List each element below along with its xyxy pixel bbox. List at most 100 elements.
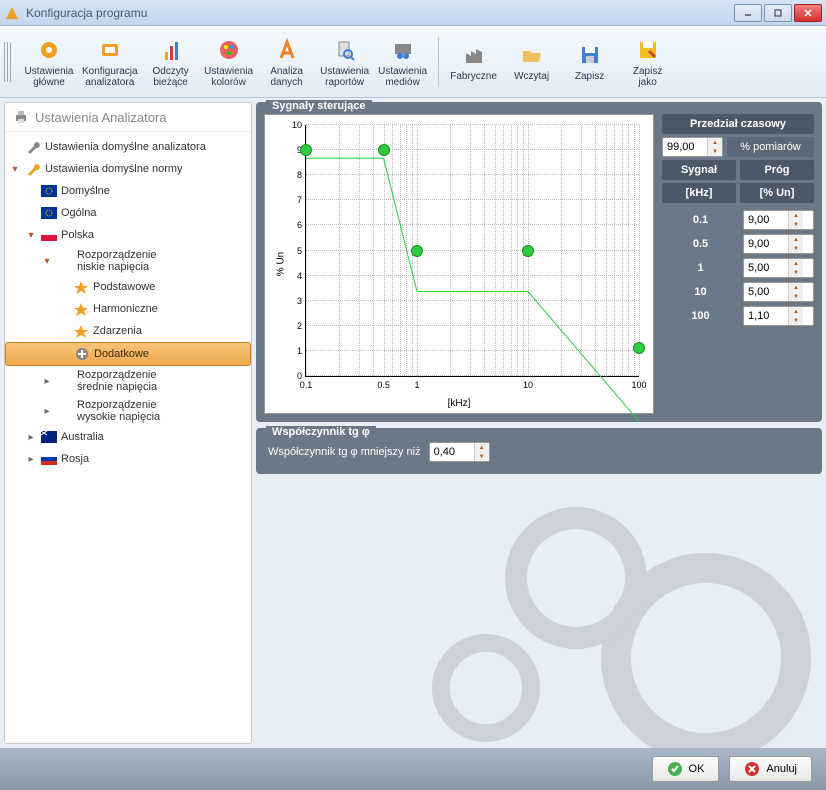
un-field[interactable] [744, 212, 788, 228]
sidebar: Ustawienia Analizatora Ustawienia domyśl… [4, 102, 252, 744]
spin-down[interactable]: ▼ [708, 147, 722, 156]
expand-icon[interactable]: ▾ [41, 256, 53, 267]
tree-item[interactable]: Ogólna [5, 202, 251, 224]
titlebar: Konfiguracja programu [0, 0, 826, 26]
spin-down[interactable]: ▼ [789, 244, 803, 253]
ytick: 2 [297, 321, 302, 331]
cancel-icon [744, 761, 760, 777]
col-signal: Sygnał [662, 160, 736, 180]
spin-down[interactable]: ▼ [789, 292, 803, 301]
flag-ru-icon [41, 451, 57, 467]
toolbar-label: Analizadanych [270, 66, 303, 88]
expand-icon[interactable]: ▾ [25, 230, 37, 241]
tree-item[interactable]: Harmoniczne [5, 298, 251, 320]
letter-a-icon [273, 36, 301, 64]
close-button[interactable] [794, 4, 822, 22]
chart-ylabel: % Un [276, 252, 287, 276]
spin-up[interactable]: ▲ [789, 235, 803, 244]
un-field[interactable] [744, 236, 788, 252]
chart-point [411, 245, 423, 257]
expand-icon[interactable]: ▸ [25, 454, 37, 465]
tree-item[interactable]: Ustawienia domyślne analizatora [5, 136, 251, 158]
tree-item[interactable]: ▸ Australia [5, 426, 251, 448]
tree-item[interactable]: Podstawowe [5, 276, 251, 298]
khz-label: 1 [662, 258, 739, 278]
tree-item[interactable]: ▸Rozporządzeniewysokie napięcia [5, 396, 251, 426]
tg-field[interactable] [430, 444, 474, 460]
tg-label: Współczynnik tg φ mniejszy niż [268, 446, 421, 458]
cancel-button[interactable]: Anuluj [729, 756, 812, 782]
tg-groupbox: Współczynnik tg φ Współczynnik tg φ mnie… [256, 428, 822, 474]
percent-input[interactable]: ▲▼ [662, 137, 723, 157]
spin-up[interactable]: ▲ [789, 307, 803, 316]
spin-up[interactable]: ▲ [708, 138, 722, 147]
minimize-button[interactable] [734, 4, 762, 22]
folder-open-icon [518, 41, 546, 69]
toolbar-zapisz-jako[interactable]: Zapiszjako [619, 30, 677, 94]
toolbar-wczytaj[interactable]: Wczytaj [503, 30, 561, 94]
toolbar-odczyty[interactable]: Odczytybieżące [142, 30, 200, 94]
maximize-button[interactable] [764, 4, 792, 22]
spin-up[interactable]: ▲ [789, 259, 803, 268]
sidebar-header: Ustawienia Analizatora [5, 103, 251, 132]
spin-down[interactable]: ▼ [789, 316, 803, 325]
un-input-0[interactable]: ▲▼ [743, 210, 814, 230]
percent-label: % pomiarów [727, 137, 814, 157]
tree-item[interactable]: ▸ Rozporządzenieśrednie napięcia [5, 366, 251, 396]
expand-icon[interactable]: ▸ [25, 432, 37, 443]
check-icon [667, 761, 683, 777]
spin-up[interactable]: ▲ [789, 211, 803, 220]
toolbar-fabr[interactable]: Fabryczne [445, 30, 503, 94]
tree-item[interactable]: ▾Ustawienia domyślne normy [5, 158, 251, 180]
tree-item[interactable]: ▾ Rozporządzenieniskie napięcia [5, 246, 251, 276]
toolbar-label: Odczytybieżące [153, 66, 189, 88]
ytick: 10 [292, 120, 302, 130]
star-icon [73, 323, 89, 339]
percent-field[interactable] [663, 139, 707, 155]
spin-down[interactable]: ▼ [789, 220, 803, 229]
un-input-3[interactable]: ▲▼ [743, 282, 814, 302]
spin-up[interactable]: ▲ [475, 443, 489, 452]
spin-down[interactable]: ▼ [789, 268, 803, 277]
tree-label: Rozporządzenieśrednie napięcia [77, 369, 157, 393]
tree-item[interactable]: ▾Polska [5, 224, 251, 246]
toolbar-konf-anal[interactable]: Konfiguracjaanalizatora [78, 30, 142, 94]
un-field[interactable] [744, 284, 788, 300]
plus-icon [74, 346, 90, 362]
spin-down[interactable]: ▼ [475, 452, 489, 461]
toolbar-zapisz[interactable]: Zapisz [561, 30, 619, 94]
ok-button[interactable]: OK [652, 756, 720, 782]
tg-input[interactable]: ▲▼ [429, 442, 490, 462]
window-title: Konfiguracja programu [26, 6, 734, 20]
toolbar-ust-med[interactable]: Ustawieniamediów [374, 30, 432, 94]
toolbar-label: Ustawieniaraportów [320, 66, 369, 88]
tree-label: Rozporządzenieniskie napięcia [77, 249, 157, 273]
un-input-1[interactable]: ▲▼ [743, 234, 814, 254]
ytick: 7 [297, 195, 302, 205]
toolbar-ust-rap[interactable]: Ustawieniaraportów [316, 30, 374, 94]
star-icon [73, 301, 89, 317]
tree-label: Australia [61, 431, 104, 443]
footer: OK Anuluj [0, 748, 826, 790]
expand-icon[interactable]: ▸ [41, 376, 53, 387]
toolbar-label: Ustawieniagłówne [25, 66, 74, 88]
bars-orange-icon [157, 36, 185, 64]
tree-item[interactable]: Zdarzenia [5, 320, 251, 342]
khz-label: 100 [662, 306, 739, 326]
tree-item[interactable]: Dodatkowe [5, 342, 251, 366]
toolbar-analiza[interactable]: Analizadanych [258, 30, 316, 94]
toolbar-ust-glowne[interactable]: Ustawieniagłówne [20, 30, 78, 94]
khz-label: 0.1 [662, 210, 739, 230]
expand-icon[interactable]: ▾ [9, 164, 21, 175]
tree-item[interactable]: Domyślne [5, 180, 251, 202]
un-input-4[interactable]: ▲▼ [743, 306, 814, 326]
un-input-2[interactable]: ▲▼ [743, 258, 814, 278]
tree-item[interactable]: ▸Rosja [5, 448, 251, 470]
signals-title: Sygnały sterujące [266, 100, 372, 112]
un-field[interactable] [744, 260, 788, 276]
un-field[interactable] [744, 308, 788, 324]
toolbar-ust-kolor[interactable]: Ustawieniakolorów [200, 30, 258, 94]
spin-up[interactable]: ▲ [789, 283, 803, 292]
toolbar-label: Ustawieniakolorów [204, 66, 253, 88]
expand-icon[interactable]: ▸ [41, 406, 53, 417]
